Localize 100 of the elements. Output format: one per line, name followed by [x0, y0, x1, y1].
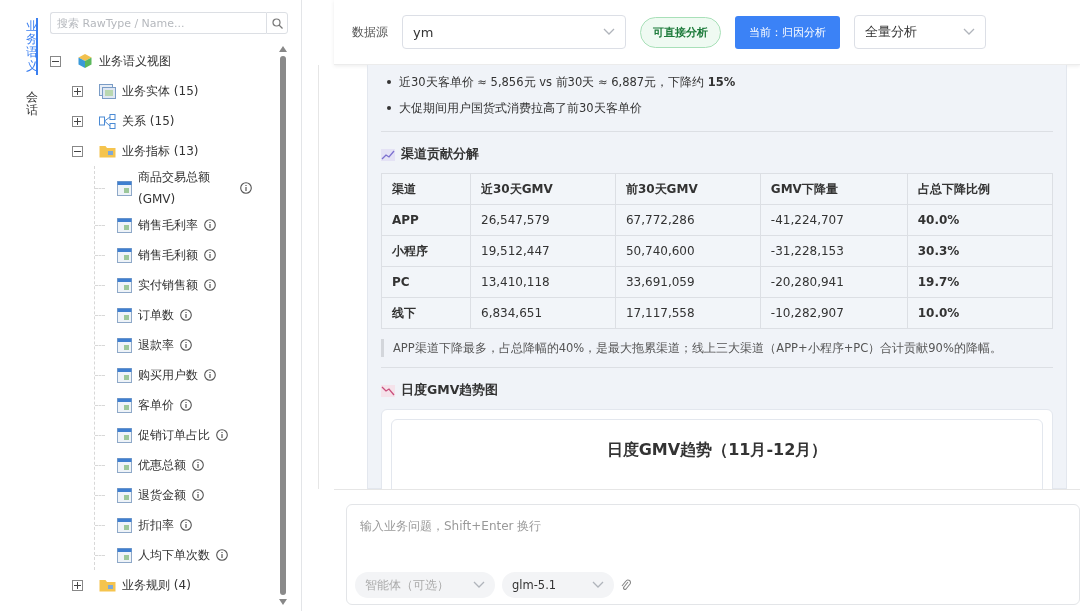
tree-item[interactable]: 销售毛利额: [117, 244, 198, 266]
tree-item[interactable]: 业务语义视图: [99, 52, 171, 70]
info-icon[interactable]: [204, 249, 216, 261]
paperclip-icon[interactable]: [621, 579, 631, 591]
table-cell: 小程序: [381, 235, 471, 267]
tree-item[interactable]: 优惠总额: [117, 454, 186, 476]
table-cell: 33,691,059: [615, 266, 761, 298]
table-cell: 线下: [381, 297, 471, 329]
source-label: 数据源: [352, 23, 388, 41]
table-icon: [117, 367, 132, 383]
search-icon: [271, 17, 283, 29]
bullet-icon: [387, 80, 391, 84]
tree-item[interactable]: 关系 (15): [122, 112, 175, 130]
arrow-up-icon[interactable]: [279, 46, 287, 52]
tree-item[interactable]: 订单数: [117, 304, 174, 326]
tree-item[interactable]: 业务实体 (15): [122, 82, 199, 100]
section-title: 渠道贡献分解: [401, 146, 479, 163]
expand-toggle[interactable]: [72, 579, 83, 591]
tree-item[interactable]: 业务指标 (13): [122, 142, 199, 160]
column-header: 前30天GMV: [615, 173, 761, 205]
info-icon[interactable]: [180, 519, 192, 531]
scope-select[interactable]: 全量分析: [854, 15, 986, 49]
table-icon: [99, 83, 116, 99]
arrow-down-icon[interactable]: [279, 599, 287, 605]
table-cell: 40.0%: [907, 204, 1053, 236]
status-badge: 可直接分析: [640, 16, 721, 48]
info-icon[interactable]: [180, 399, 192, 411]
tree-item[interactable]: 业务规则 (4): [122, 576, 191, 594]
info-icon[interactable]: [216, 429, 228, 441]
chevron-down-icon: [963, 28, 975, 36]
info-icon[interactable]: [180, 309, 192, 321]
table-cell: APP: [381, 204, 471, 236]
tree-item[interactable]: 退款率: [117, 334, 174, 356]
expand-toggle[interactable]: [72, 85, 83, 97]
table-icon: [117, 277, 132, 293]
folder-icon: [99, 578, 116, 592]
plus-icon: [74, 117, 81, 125]
question-input[interactable]: 输入业务问题，Shift+Enter 换行 智能体（可选） glm-5.1: [346, 504, 1080, 605]
search-button[interactable]: [266, 12, 288, 34]
collapse-toggle[interactable]: [50, 55, 61, 67]
table-icon: [117, 247, 132, 263]
table-cell: 30.3%: [907, 235, 1053, 267]
table-cell: 17,117,558: [615, 297, 761, 329]
table-icon: [117, 397, 132, 413]
table-cell: 67,772,286: [615, 204, 761, 236]
section-title: 日度GMV趋势图: [401, 382, 499, 399]
line-chart-icon: [381, 148, 395, 161]
tree-item[interactable]: 购买用户数: [117, 364, 198, 386]
tree-item[interactable]: 退货金额: [117, 484, 186, 506]
plus-icon: [74, 581, 81, 589]
trend-down-icon: [381, 384, 395, 397]
table-cell: 10.0%: [907, 297, 1053, 329]
tree-item[interactable]: 折扣率: [117, 514, 174, 536]
side-tab[interactable]: 会话: [22, 88, 38, 120]
note-text: APP渠道下降最多，占总降幅的40%，是最大拖累渠道；线上三大渠道（APP+小程序+PC）合计贡献90%的降幅。: [381, 339, 1053, 357]
table-cell: 6,834,651: [470, 297, 616, 329]
table-cell: -10,282,907: [760, 297, 908, 329]
table-icon: [117, 547, 132, 563]
table-cell: 13,410,118: [470, 266, 616, 298]
source-select[interactable]: ym: [402, 15, 626, 49]
table-cell: 19,512,447: [470, 235, 616, 267]
table-icon: [117, 180, 132, 196]
info-icon[interactable]: [240, 182, 252, 194]
table-cell: -20,280,941: [760, 266, 908, 298]
table-cell: 19.7%: [907, 266, 1053, 298]
info-icon[interactable]: [192, 459, 204, 471]
tree-item[interactable]: 人均下单次数: [117, 544, 210, 566]
chevron-down-icon: [592, 581, 604, 589]
table-cell: -31,228,153: [760, 235, 908, 267]
info-icon[interactable]: [204, 219, 216, 231]
mode-button[interactable]: 当前：归因分析: [735, 15, 840, 49]
info-icon[interactable]: [192, 489, 204, 501]
info-icon[interactable]: [204, 279, 216, 291]
search-field[interactable]: 搜索 RawType / Name...: [50, 12, 266, 34]
table-cell: PC: [381, 266, 471, 298]
collapse-toggle[interactable]: [72, 145, 83, 157]
info-icon[interactable]: [180, 339, 192, 351]
tree-item[interactable]: 客单价: [117, 394, 174, 416]
plus-icon: [74, 87, 81, 95]
tree-item[interactable]: 销售毛利率: [117, 214, 198, 236]
table-icon: [117, 487, 132, 503]
model-select[interactable]: glm-5.1: [502, 572, 614, 598]
table-icon: [117, 427, 132, 443]
bullet-icon: [387, 106, 391, 110]
bullet-text: 大促期间用户国货式消费拉高了前30天客单价: [399, 100, 642, 117]
tree-item[interactable]: 促销订单占比: [117, 424, 210, 446]
info-icon[interactable]: [216, 549, 228, 561]
tree-item[interactable]: 实付销售额: [117, 274, 198, 296]
column-header: 占总下降比例: [907, 173, 1053, 205]
info-icon[interactable]: [204, 369, 216, 381]
folder-icon: [99, 144, 116, 158]
table-cell: -41,224,707: [760, 204, 908, 236]
tree-item[interactable]: 商品交易总额(GMV): [117, 166, 234, 210]
table-cell: 50,740,600: [615, 235, 761, 267]
bullet-text: 近30天客单价 ≈ 5,856元 vs 前30天 ≈ 6,887元，下降约 15%: [399, 74, 736, 91]
column-header: GMV下降量: [760, 173, 908, 205]
table-icon: [117, 457, 132, 473]
expand-toggle[interactable]: [72, 115, 83, 127]
chevron-down-icon: [603, 28, 615, 36]
chart-title: 日度GMV趋势（11月-12月）: [606, 440, 828, 461]
